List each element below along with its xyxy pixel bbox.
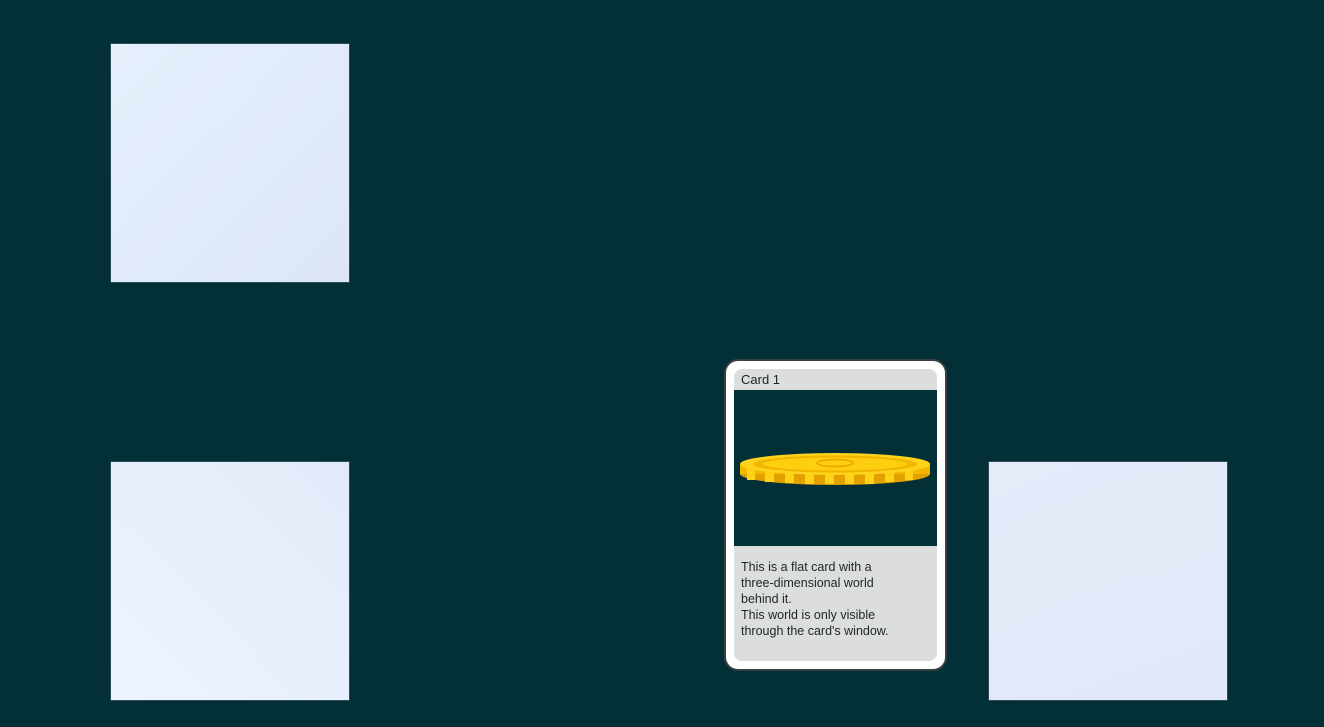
card-description-line: This world is only visible bbox=[741, 608, 876, 622]
tile-top-left[interactable] bbox=[111, 44, 349, 282]
card-description: This is a flat card with a three-dimensi… bbox=[741, 559, 926, 639]
card-1[interactable]: Card 1 This is a flat card with a three-… bbox=[724, 359, 947, 671]
tile-bottom-right[interactable] bbox=[989, 462, 1227, 700]
card-description-line: three-dimensional world bbox=[741, 576, 874, 590]
card-description-line: through the card's window. bbox=[741, 624, 889, 638]
card-title: Card 1 bbox=[741, 372, 781, 387]
card-description-line: This is a flat card with a bbox=[741, 560, 872, 574]
gold-coin-icon bbox=[740, 453, 930, 485]
tile-bottom-left[interactable] bbox=[111, 462, 349, 700]
card-panel: Card 1 This is a flat card with a three-… bbox=[734, 369, 937, 661]
card-window bbox=[734, 390, 937, 546]
card-description-line: behind it. bbox=[741, 592, 792, 606]
